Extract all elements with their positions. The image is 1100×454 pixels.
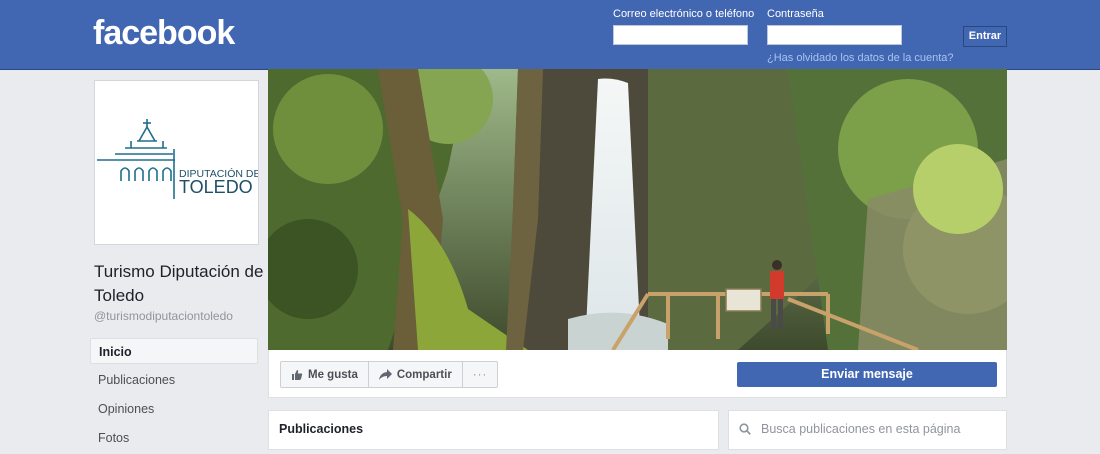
search-icon — [739, 423, 751, 435]
posts-heading: Publicaciones — [279, 422, 364, 436]
password-field[interactable] — [767, 25, 902, 45]
thumbs-up-icon — [292, 369, 303, 380]
page-action-bar: Me gusta Compartir ··· Enviar mensaje — [268, 350, 1007, 398]
cover-photo[interactable] — [268, 69, 1007, 350]
sidebar-item-publicaciones[interactable]: Publicaciones — [90, 367, 258, 393]
like-label: Me gusta — [308, 368, 358, 381]
share-arrow-icon — [378, 369, 392, 380]
page-handle[interactable]: @turismodiputaciontoledo — [94, 309, 233, 323]
password-label: Contraseña — [767, 8, 824, 20]
top-bar: facebook Correo electrónico o teléfono C… — [0, 0, 1100, 70]
email-label: Correo electrónico o teléfono — [613, 8, 755, 20]
sidebar-item-fotos[interactable]: Fotos — [90, 425, 258, 451]
page-title[interactable]: Turismo Diputación de Toledo — [94, 260, 264, 308]
email-field[interactable] — [613, 25, 748, 45]
sidebar-nav: Inicio Publicaciones Opiniones Fotos — [90, 338, 258, 454]
share-label: Compartir — [396, 368, 452, 381]
logo-text-line2: TOLEDO — [179, 177, 253, 197]
sidebar-item-inicio[interactable]: Inicio — [90, 338, 258, 364]
diputacion-toledo-logo: DIPUTACIÓN DE TOLEDO — [97, 119, 260, 199]
share-button[interactable]: Compartir — [369, 362, 463, 387]
profile-picture[interactable]: DIPUTACIÓN DE TOLEDO — [94, 80, 260, 245]
more-options-button[interactable]: ··· — [463, 362, 498, 387]
search-posts-input[interactable] — [759, 417, 1003, 441]
more-label: ··· — [472, 368, 488, 381]
search-panel — [728, 410, 1007, 450]
posts-panel: Publicaciones — [268, 410, 719, 450]
like-button[interactable]: Me gusta — [281, 362, 369, 387]
send-message-button[interactable]: Enviar mensaje — [737, 362, 997, 387]
forgot-account-link[interactable]: ¿Has olvidado los datos de la cuenta? — [767, 52, 954, 64]
facebook-logo[interactable]: facebook — [93, 14, 235, 53]
waterfall-scene — [268, 69, 1007, 350]
sidebar-item-opiniones[interactable]: Opiniones — [90, 396, 258, 422]
action-button-group: Me gusta Compartir ··· — [280, 361, 499, 388]
login-button[interactable]: Entrar — [963, 26, 1007, 47]
